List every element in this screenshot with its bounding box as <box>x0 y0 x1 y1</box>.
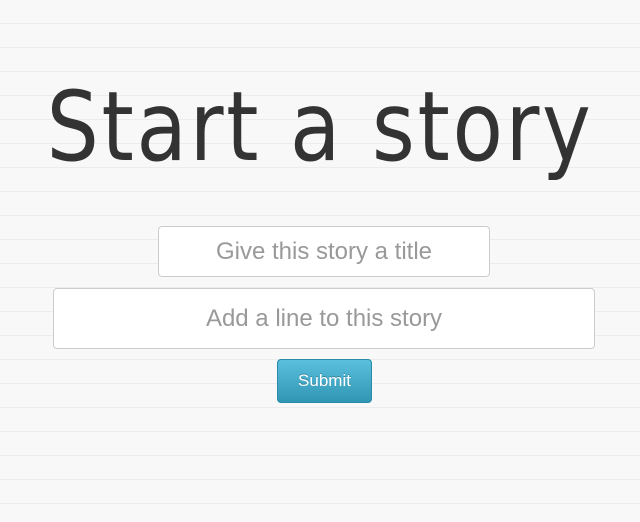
story-title-input[interactable] <box>158 226 490 277</box>
submit-button[interactable]: Submit <box>277 359 372 403</box>
page-title: Start a story <box>46 71 594 183</box>
story-page: Start a story Submit <box>0 0 640 522</box>
story-line-input[interactable] <box>53 288 595 349</box>
